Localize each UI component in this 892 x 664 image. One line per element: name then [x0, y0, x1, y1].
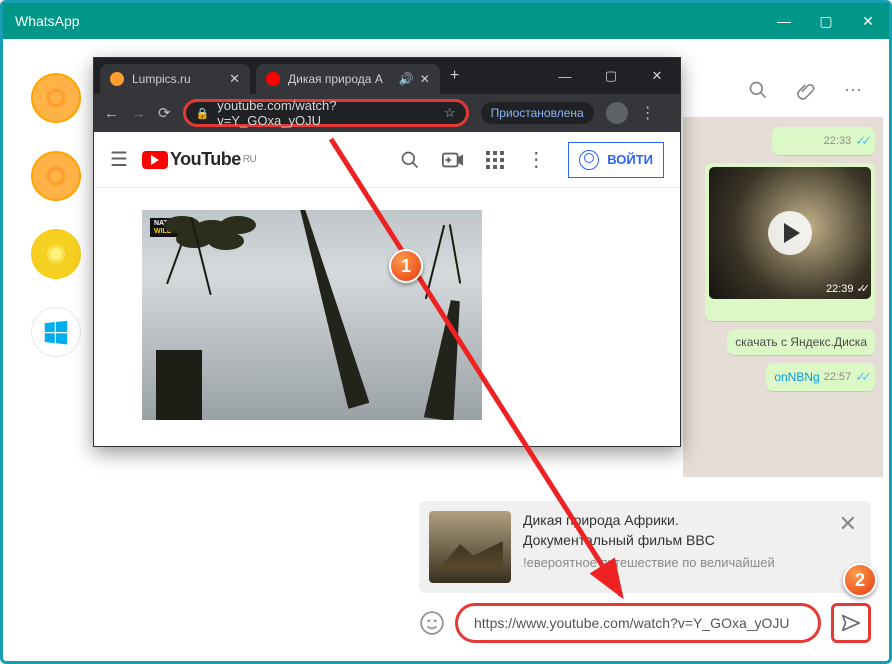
preview-title: Документальный фильм BBC — [523, 531, 823, 551]
search-icon[interactable] — [400, 150, 420, 170]
maximize-button[interactable]: ▢ — [588, 58, 634, 94]
youtube-logo[interactable]: YouTube RU — [142, 149, 256, 170]
apps-grid-icon[interactable] — [486, 151, 504, 169]
browser-tab[interactable]: Дикая природа А 🔊 ✕ — [256, 64, 440, 94]
signin-label: ВОЙТИ — [607, 152, 653, 167]
new-tab-button[interactable]: + — [440, 67, 469, 85]
chat-avatar[interactable] — [31, 307, 81, 357]
menu-kebab-icon[interactable]: ⋯ — [844, 80, 863, 101]
windows-icon — [41, 317, 71, 347]
settings-kebab-icon[interactable]: ⋮ — [526, 147, 546, 172]
paperclip-icon[interactable] — [796, 80, 816, 100]
tab-close-icon[interactable]: ✕ — [420, 72, 430, 86]
bookmark-icon[interactable]: ☆ — [444, 105, 456, 121]
preview-title: Дикая природа Африки. — [523, 511, 823, 531]
video-thumbnail[interactable] — [709, 167, 871, 299]
video-player[interactable]: NAT GEO WILD HD — [142, 210, 482, 420]
back-button[interactable]: ← — [104, 105, 119, 122]
message-input[interactable]: https://www.youtube.com/watch?v=Y_GOxa_y… — [455, 603, 821, 643]
browser-toolbar: ← → ⟳ 🔒 youtube.com/watch?v=Y_GOxa_yOJU … — [94, 94, 680, 132]
minimize-button[interactable]: — — [542, 58, 588, 94]
message-time: 22:57 — [824, 371, 852, 383]
chat-avatar[interactable] — [31, 73, 81, 123]
message-text: скачать с Яндекс.Диска — [735, 335, 867, 349]
tab-title: Дикая природа А — [288, 72, 383, 86]
close-button[interactable]: ✕ — [634, 58, 680, 94]
region-code: RU — [243, 154, 256, 165]
tab-title: Lumpics.ru — [132, 72, 191, 86]
browser-tabstrip: Lumpics.ru ✕ Дикая природа А 🔊 ✕ + — ▢ ✕ — [94, 58, 680, 94]
link-preview: Дикая природа Африки. Документальный фил… — [419, 501, 871, 593]
message-bubble[interactable]: скачать с Яндекс.Диска — [727, 329, 875, 355]
video-duration: 22:39 — [826, 282, 865, 295]
read-ticks-icon — [855, 133, 867, 149]
chat-avatar[interactable] — [31, 151, 81, 201]
tab-audio-icon[interactable]: 🔊 — [399, 72, 414, 86]
send-button[interactable] — [831, 603, 871, 643]
send-icon — [840, 612, 862, 634]
favicon — [110, 72, 124, 86]
close-preview-button[interactable]: ✕ — [835, 511, 861, 537]
logo-text: YouTube — [170, 149, 241, 170]
profile-paused-pill[interactable]: Приостановлена — [481, 102, 594, 124]
message-list: 22:33 22:39 скачать с Яндекс.Диска onNBN… — [683, 117, 883, 477]
signin-button[interactable]: ВОЙТИ — [568, 142, 664, 178]
preview-thumbnail — [429, 511, 511, 583]
play-icon[interactable] — [768, 211, 812, 255]
message-input-value: https://www.youtube.com/watch?v=Y_GOxa_y… — [474, 615, 790, 631]
preview-subtitle: !евероятное путешествие по величайшей — [523, 554, 823, 572]
maximize-button[interactable]: ▢ — [805, 3, 847, 39]
lock-icon: 🔒 — [196, 107, 210, 120]
read-ticks-icon — [855, 369, 867, 385]
app-title: WhatsApp — [15, 13, 80, 29]
message-bubble[interactable]: 22:33 — [772, 127, 875, 155]
whatsapp-titlebar: WhatsApp — ▢ ✕ — [3, 3, 889, 39]
message-bubble[interactable]: onNBNg 22:57 — [766, 363, 875, 391]
close-button[interactable]: ✕ — [847, 3, 889, 39]
url-text: youtube.com/watch?v=Y_GOxa_yOJU — [217, 98, 436, 128]
message-time: 22:33 — [824, 135, 852, 147]
video-message[interactable]: 22:39 — [705, 163, 875, 321]
browser-tab[interactable]: Lumpics.ru ✕ — [100, 64, 250, 94]
hamburger-icon[interactable]: ☰ — [110, 147, 128, 172]
message-link[interactable]: onNBNg — [774, 370, 819, 384]
profile-avatar[interactable] — [606, 102, 628, 124]
user-icon — [579, 150, 599, 170]
chat-avatar[interactable] — [31, 229, 81, 279]
reload-button[interactable]: ⟳ — [158, 104, 171, 122]
tab-close-icon[interactable]: ✕ — [229, 71, 240, 87]
create-video-icon[interactable] — [442, 152, 464, 168]
address-bar[interactable]: 🔒 youtube.com/watch?v=Y_GOxa_yOJU ☆ — [183, 99, 469, 127]
compose-area: Дикая природа Африки. Документальный фил… — [419, 501, 871, 643]
forward-button[interactable]: → — [131, 105, 146, 122]
minimize-button[interactable]: — — [763, 3, 805, 39]
browser-window: Lumpics.ru ✕ Дикая природа А 🔊 ✕ + — ▢ ✕… — [93, 57, 681, 447]
search-icon[interactable] — [748, 80, 768, 100]
youtube-play-icon — [142, 151, 168, 169]
favicon — [266, 72, 280, 86]
browser-menu-icon[interactable]: ⋮ — [640, 103, 656, 123]
youtube-page: ☰ YouTube RU ⋮ ВОЙТИ — [94, 132, 680, 446]
emoji-icon[interactable] — [419, 610, 445, 636]
read-ticks-icon — [857, 283, 865, 295]
